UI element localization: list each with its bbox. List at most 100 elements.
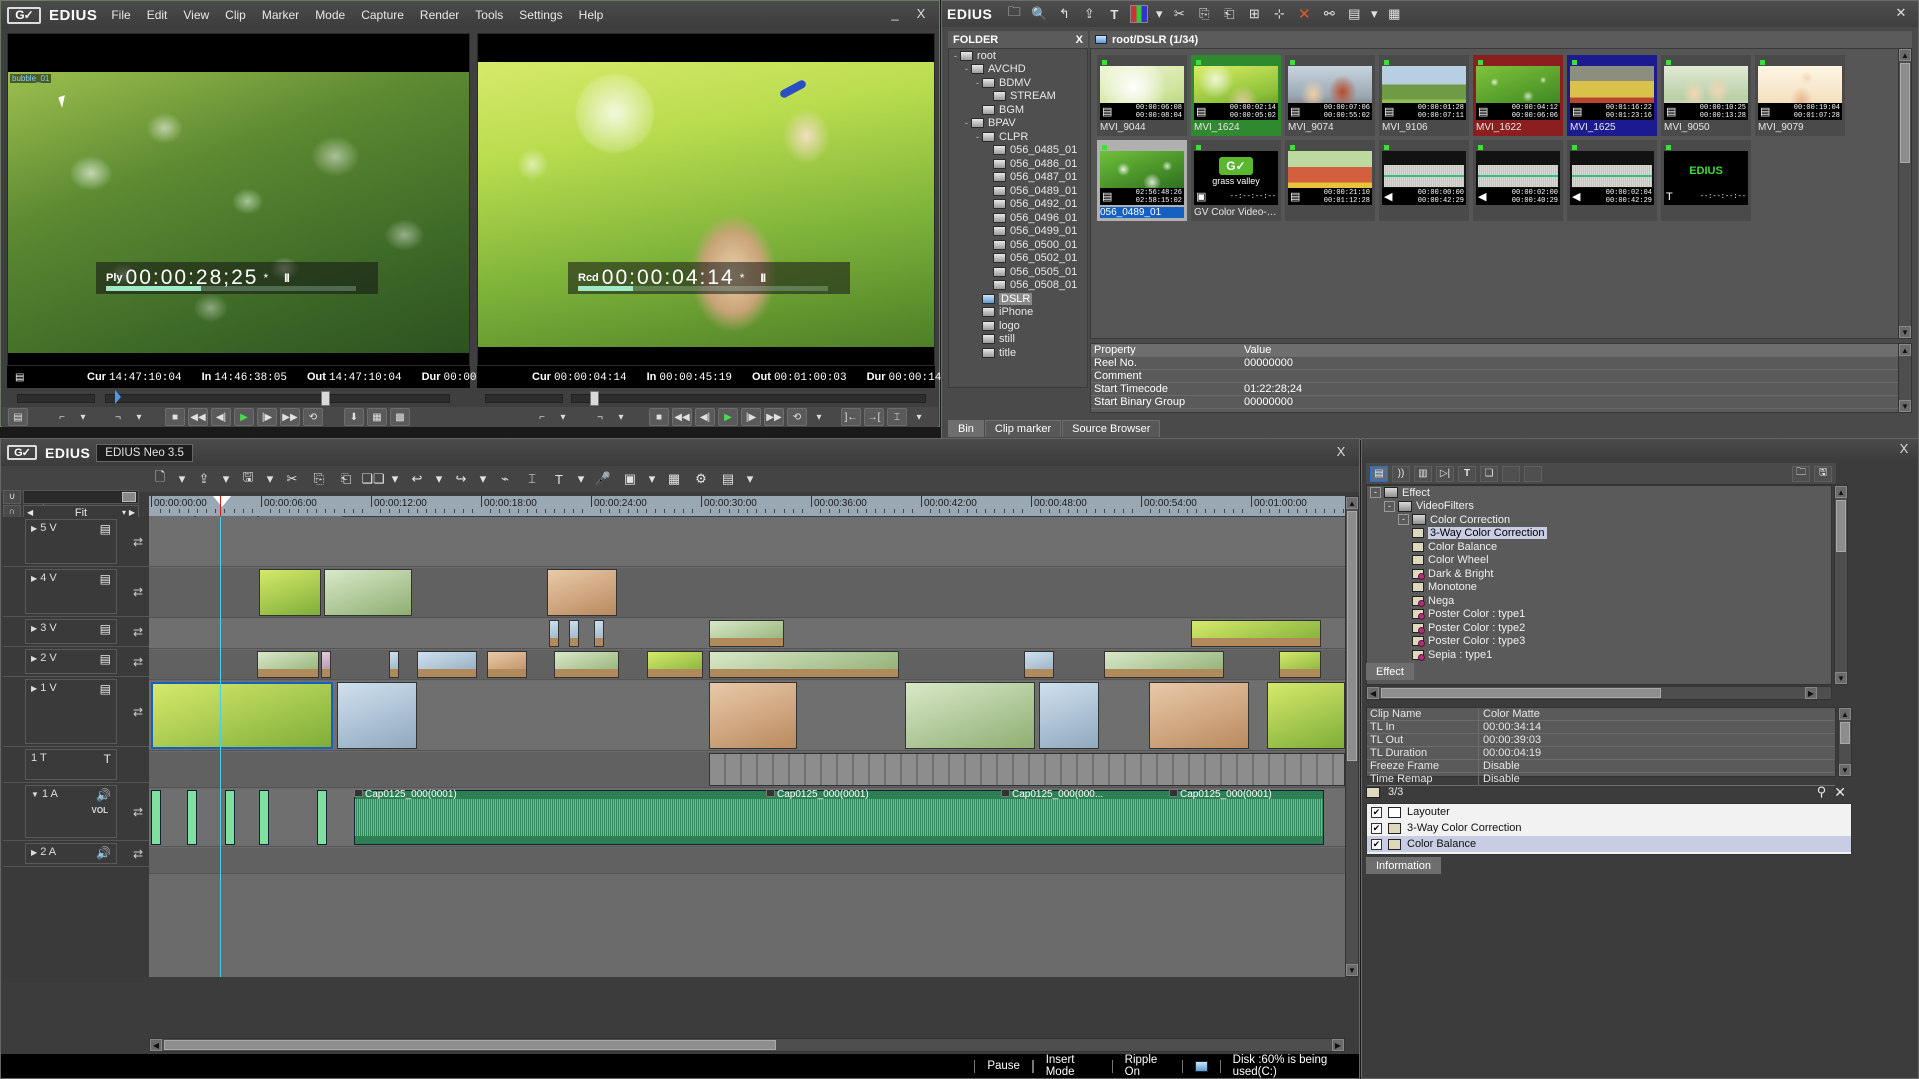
recorder-loop-dropdown-icon[interactable]: ▾ — [810, 408, 828, 426]
track-header[interactable]: ▶ 2 A🔊⇄ — [3, 841, 149, 867]
property-row[interactable]: Start Timecode01:22:28;24 — [1091, 383, 1911, 396]
marker-icon[interactable]: T — [550, 470, 568, 488]
remove-filter-icon[interactable]: ✕ — [1834, 784, 1846, 801]
timeline-clip[interactable] — [324, 569, 412, 616]
timeline-scroll-thumb[interactable] — [1347, 511, 1357, 761]
folder-tree-item[interactable]: 056_0508_01 — [949, 279, 1087, 293]
effect-tree-item[interactable]: -Effect — [1367, 486, 1831, 500]
timeline-hscroll-thumb[interactable] — [164, 1040, 776, 1050]
bin-clip-thumbnail[interactable]: ▤00:00:01:2800:00:07:11MVI_9106 — [1379, 55, 1469, 136]
track-header[interactable]: 1 TT — [3, 747, 149, 783]
status-insert-mode[interactable]: Insert Mode — [1046, 1054, 1100, 1078]
zoom-next-icon[interactable]: ▶ — [129, 508, 135, 517]
menu-item-view[interactable]: View — [183, 8, 209, 22]
applied-effect-item[interactable]: ✔Color Balance — [1367, 836, 1851, 852]
clip-transition-band[interactable] — [488, 669, 526, 677]
color-bar-dropdown-icon[interactable]: ▾ — [1155, 5, 1163, 23]
view-grid-icon[interactable]: ▦ — [1385, 5, 1403, 23]
layout-dropdown-icon[interactable]: ▾ — [746, 470, 754, 488]
recorder-prev-frame-icon[interactable]: ◀| — [695, 408, 715, 426]
folder-tree-item[interactable]: 056_0492_01 — [949, 198, 1087, 212]
match-frame-icon[interactable]: ▩ — [390, 408, 410, 426]
set-out-icon[interactable]: ¬ — [109, 408, 127, 426]
recorder-next-frame-icon[interactable]: |▶ — [741, 408, 761, 426]
overwrite-to-timeline-icon[interactable]: →[ — [864, 408, 884, 426]
clip-transition-band[interactable] — [710, 638, 783, 646]
add-to-bin-icon[interactable]: ▦ — [367, 408, 387, 426]
folder-tree-item[interactable]: BGM — [949, 103, 1087, 117]
effect-tree-item[interactable]: Color Balance — [1367, 540, 1831, 554]
delete-icon[interactable]: ✕ — [1295, 5, 1313, 23]
timeline-track-row[interactable] — [149, 681, 1345, 751]
timeline-ruler[interactable]: 00:00:00:0000:00:06:0000:00:12:0000:00:1… — [149, 496, 1345, 516]
timeline-hscroll-right-button[interactable]: ▶ — [1332, 1039, 1344, 1051]
effect-tree-item[interactable]: Poster Color : type1 — [1367, 608, 1831, 622]
information-row[interactable]: Freeze FrameDisable — [1367, 760, 1835, 773]
timeline-clip[interactable] — [709, 682, 797, 749]
applied-effects-list[interactable]: ✔Layouter✔3-Way Color Correction✔Color B… — [1366, 803, 1852, 855]
timeline-clip[interactable] — [389, 651, 399, 678]
bin-clip-thumbnail[interactable]: ◀00:00:00:0000:00:42:29 — [1379, 140, 1469, 221]
redo-dropdown-icon[interactable]: ▾ — [479, 470, 487, 488]
effect-hscroll-thumb[interactable] — [1381, 688, 1661, 698]
redo-icon[interactable]: ↪ — [452, 470, 470, 488]
timeline-clip[interactable] — [594, 620, 604, 647]
timeline-hscroll-left-button[interactable]: ◀ — [150, 1039, 162, 1051]
track-sync-icon[interactable]: ⇄ — [133, 655, 143, 669]
folder-tree-item[interactable]: -BDMV — [949, 76, 1087, 90]
track-header-box[interactable]: ▼ 1 A🔊VOL — [25, 785, 117, 838]
player-stop-icon[interactable]: ■ — [165, 408, 185, 426]
effect-tree-item[interactable]: Sepia : type1 — [1367, 648, 1831, 662]
track-header-box[interactable]: ▶ 4 V▤ — [25, 569, 117, 614]
track-expander-icon[interactable]: ▶ — [31, 624, 37, 633]
effect-tree-item[interactable]: Monotone — [1367, 581, 1831, 595]
clip-transition-band[interactable] — [1192, 638, 1320, 646]
folder-tree-item[interactable]: STREAM — [949, 90, 1087, 104]
video-track-icon[interactable]: ▤ — [100, 652, 111, 666]
layout-icon[interactable]: ▤ — [719, 470, 737, 488]
timeline-audio-clip[interactable] — [151, 790, 161, 845]
player-next-frame-icon[interactable]: |▶ — [257, 408, 277, 426]
grid-icon[interactable]: ▦ — [665, 470, 683, 488]
tree-expander-icon[interactable]: - — [1384, 501, 1395, 512]
property-row[interactable]: Reel No.00000000 — [1091, 357, 1911, 370]
rec-set-out-icon[interactable]: ¬ — [591, 408, 609, 426]
out-dropdown-icon[interactable]: ▾ — [130, 408, 148, 426]
clip-transition-band[interactable] — [390, 669, 398, 677]
video-track-icon[interactable]: ▤ — [100, 522, 111, 536]
folder-tree-item[interactable]: DSLR — [949, 292, 1087, 306]
applied-effect-item[interactable]: ✔Layouter — [1367, 804, 1851, 820]
new-project-dropdown-icon[interactable]: ▾ — [178, 470, 186, 488]
track-volume-label[interactable]: VOL — [92, 806, 108, 815]
monitor-icon[interactable] — [1195, 1061, 1208, 1072]
track-header-box[interactable]: ▶ 2 A🔊 — [25, 843, 117, 864]
group-icon[interactable]: ❏❏ — [364, 470, 382, 488]
timeline-clip[interactable] — [151, 682, 333, 749]
player-prev-frame-icon[interactable]: ◀| — [211, 408, 231, 426]
recorder-scrub-bar[interactable] — [578, 286, 828, 291]
add-cut-point-icon[interactable]: ⌶ — [523, 470, 541, 488]
blank1-icon[interactable] — [1502, 466, 1520, 482]
timeline-title-clip[interactable] — [709, 753, 1345, 786]
paste-icon[interactable]: ⎗ — [337, 470, 355, 488]
timeline-clip[interactable] — [321, 651, 331, 678]
export-icon[interactable]: ⇪ — [1080, 5, 1098, 23]
timeline-clip[interactable] — [1149, 682, 1249, 749]
effect-close-icon[interactable]: X — [1896, 442, 1912, 458]
track-header[interactable]: ▶ 5 V▤⇄ — [3, 517, 149, 567]
match-frame-icon[interactable]: ▣ — [621, 470, 639, 488]
folder-tree-item[interactable]: 056_0489_01 — [949, 184, 1087, 198]
tree-expander-icon[interactable]: - — [973, 132, 982, 142]
effect-tree-item[interactable]: Color Wheel — [1367, 554, 1831, 568]
folder-tree-item[interactable]: 056_0499_01 — [949, 225, 1087, 239]
track-sync-icon[interactable]: ⇄ — [133, 805, 143, 819]
recorder-stop-icon[interactable]: ■ — [649, 408, 669, 426]
track-sync-icon[interactable]: ⇄ — [133, 625, 143, 639]
track-header[interactable]: ▶ 4 V▤⇄ — [3, 567, 149, 617]
undo-icon[interactable]: ↩ — [408, 470, 426, 488]
timeline-audio-clip[interactable] — [259, 790, 269, 845]
folder-tree-item[interactable]: 056_0486_01 — [949, 157, 1087, 171]
timeline-clip[interactable] — [417, 651, 477, 678]
timeline-zoom-slider-handle[interactable] — [122, 492, 136, 502]
effect-tree-item[interactable]: Dark & Bright — [1367, 567, 1831, 581]
